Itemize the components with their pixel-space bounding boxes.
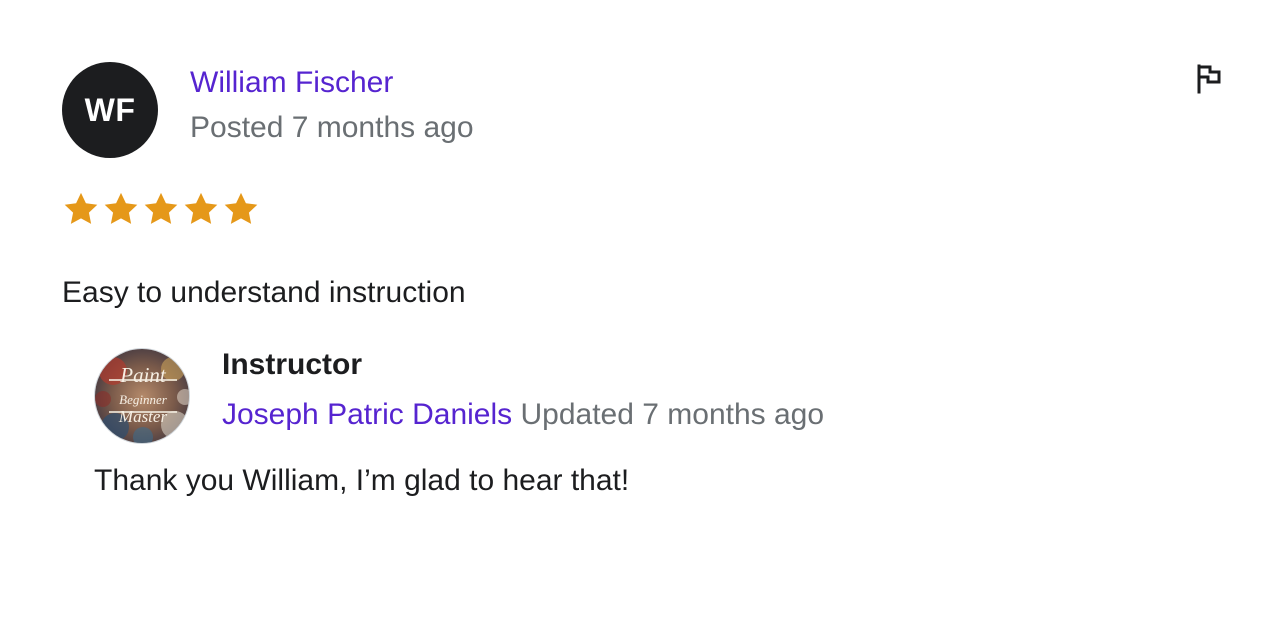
instructor-avatar-image: Paint BeginnerMaster [95, 349, 189, 443]
star-icon [64, 192, 98, 224]
star-icon [104, 192, 138, 224]
posted-date: Posted 7 months ago [190, 111, 474, 144]
star-icon [144, 192, 178, 224]
logo-lettering: Paint [119, 363, 167, 387]
instructor-meta: Joseph Patric Daniels Updated 7 months a… [222, 398, 824, 432]
review-text: Easy to understand instruction [62, 276, 466, 309]
instructor-role-label: Instructor [222, 348, 363, 381]
instructor-avatar: Paint Beginner Master [94, 348, 190, 444]
reviewer-initials: WF [84, 91, 136, 128]
review-card: WF William Fischer Posted 7 months ago E… [0, 0, 1284, 638]
response-text: Thank you William, I’m glad to hear that… [94, 464, 630, 497]
star-icon [184, 192, 218, 224]
updated-date: Updated 7 months ago [520, 398, 825, 431]
logo-lettering: Master [118, 407, 168, 426]
logo-lettering: Beginner [119, 392, 168, 407]
instructor-name-link[interactable]: Joseph Patric Daniels [222, 398, 512, 431]
star-icon [224, 192, 258, 224]
reviewer-name-link[interactable]: William Fischer [190, 66, 393, 100]
reviewer-avatar: WF [62, 62, 158, 158]
star-rating [62, 190, 260, 228]
flag-icon[interactable] [1192, 62, 1226, 96]
